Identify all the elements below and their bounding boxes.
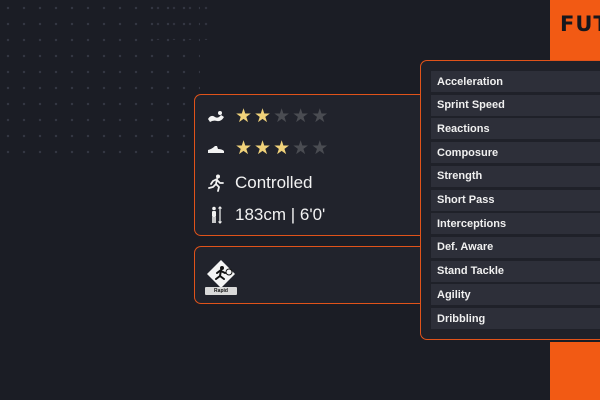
stat-label: Dribbling [437, 312, 486, 325]
star-empty-icon: ★ [292, 106, 310, 127]
stat-label: Interceptions [437, 217, 507, 230]
star-filled-icon: ★ [235, 138, 253, 159]
stat-row: Short Pass [431, 189, 600, 211]
star-empty-icon: ★ [311, 106, 329, 127]
stat-row: Agility [431, 284, 600, 306]
star-empty-icon: ★ [273, 106, 291, 127]
stat-row: Interceptions [431, 213, 600, 235]
running-icon [207, 174, 225, 192]
stat-row: Sprint Speed [431, 94, 600, 116]
stat-label: Composure [437, 146, 499, 159]
star-empty-icon: ★ [311, 138, 329, 159]
star-filled-icon: ★ [235, 106, 253, 127]
stat-row: Def. Aware [431, 236, 600, 258]
skill-moves-icon [207, 108, 225, 126]
playstyle-label: Rapid [205, 287, 237, 295]
star-filled-icon: ★ [254, 138, 272, 159]
stat-label: Short Pass [437, 194, 495, 206]
boot-icon [207, 140, 225, 158]
stat-label: Reactions [437, 122, 490, 135]
stat-row: Acceleration [431, 71, 600, 92]
height-row: 183cm | 6'0' [207, 205, 325, 225]
skill-moves-stars: ★ ★ ★ ★ ★ [235, 107, 328, 126]
stat-label: Agility [437, 288, 471, 301]
playstyle-card: Rapid [194, 246, 426, 304]
player-info-card: ★ ★ ★ ★ ★ ★ ★ ★ ★ ★ Controlled 183cm | 6… [194, 94, 426, 236]
stat-label: Stand Tackle [437, 265, 505, 278]
background-dot-pattern [150, 0, 220, 40]
brand-logo: FUTB [560, 12, 600, 36]
stage: FUTB ★★★★★ ★★★★★ [0, 0, 600, 400]
stat-row: Dribbling [431, 308, 600, 329]
skill-moves-row: ★ ★ ★ ★ ★ [207, 107, 328, 126]
work-rate-row: Controlled [207, 173, 313, 193]
star-filled-icon: ★ [254, 106, 272, 127]
stat-label: Acceleration [437, 75, 504, 88]
stat-label: Strength [437, 170, 483, 183]
weak-foot-row: ★ ★ ★ ★ ★ [207, 139, 328, 158]
stat-row: Composure [431, 142, 600, 164]
stat-row: Strength [431, 165, 600, 187]
weak-foot-stars: ★ ★ ★ ★ ★ [235, 139, 328, 158]
stat-row: Reactions [431, 118, 600, 140]
height-icon [207, 206, 225, 224]
stats-panel: Acceleration Sprint Speed Reactions Composu… [420, 60, 600, 340]
stat-row: Stand Tackle [431, 260, 600, 282]
star-filled-icon: ★ [273, 138, 291, 159]
stat-label: Def. Aware [437, 241, 494, 254]
stat-label: Sprint Speed [437, 99, 505, 112]
star-empty-icon: ★ [292, 138, 310, 159]
height-value: 183cm | 6'0' [235, 205, 326, 224]
work-rate-value: Controlled [235, 173, 313, 192]
